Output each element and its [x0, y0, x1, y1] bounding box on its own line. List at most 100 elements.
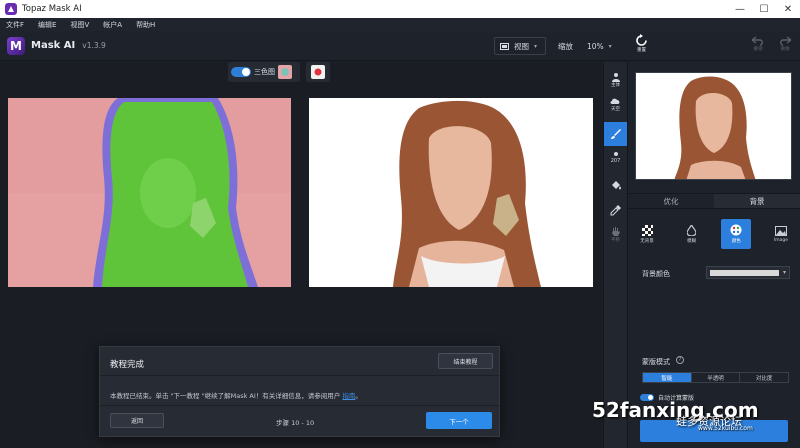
pan-tool-label: 平移	[611, 237, 620, 243]
view-label: 视图	[514, 41, 529, 51]
image-icon	[774, 225, 787, 236]
tab-background[interactable]: 背景	[714, 194, 800, 208]
chevron-down-icon: ▾	[782, 269, 786, 276]
menu-help[interactable]: 帮助H	[136, 20, 155, 30]
zoom-value: 10%	[587, 41, 604, 51]
tab-refine[interactable]: 优化	[628, 194, 714, 208]
menu-view[interactable]: 视图V	[70, 20, 89, 30]
app-version: v1.3.9	[82, 41, 106, 50]
tricolor-swatch[interactable]	[278, 65, 292, 79]
mask-view-image[interactable]	[8, 98, 291, 287]
panel-tabs: 优化 背景	[628, 193, 800, 209]
bg-option-blur-label: 模糊	[687, 238, 697, 244]
close-button[interactable]: ✕	[776, 0, 800, 18]
bg-option-image-label: Image	[773, 237, 789, 243]
brush-icon	[610, 129, 621, 139]
sky-icon	[610, 98, 620, 104]
next-button[interactable]: 下一个	[426, 412, 492, 429]
bg-option-color[interactable]: 颜色	[721, 219, 752, 249]
dialog-message-text: 本教程已结束。单击 "下一教程 "继续了解Mask AI！有关详细信息，请参阅用…	[110, 392, 341, 400]
right-panel: 重置 撤销 重做 优化 背景 无背景 模糊 颜色 Image 背景颜色 ▾ 蒙版…	[628, 31, 800, 448]
tricolor-label: 三色图	[254, 68, 275, 76]
chevron-down-icon: ▾	[534, 42, 538, 50]
brush-size-icon	[613, 152, 618, 156]
end-tutorial-button[interactable]: 结束教程	[438, 353, 493, 369]
brush-size-value: 207	[610, 158, 621, 164]
tricolor-toggle[interactable]: 三色图	[228, 62, 300, 82]
brush-dot-icon	[311, 65, 325, 79]
bg-option-blur[interactable]: 模糊	[677, 219, 707, 249]
navigator-preview[interactable]	[635, 72, 792, 180]
eyedropper-tool[interactable]	[604, 198, 627, 222]
eyedropper-icon	[610, 204, 621, 215]
minimize-button[interactable]: —	[728, 0, 752, 18]
window-title: Topaz Mask AI	[22, 4, 82, 14]
subject-tool-label: 主体	[611, 83, 620, 88]
reset-button[interactable]: 重置	[635, 34, 648, 53]
person-icon	[611, 73, 620, 82]
bg-option-none[interactable]: 无背景	[632, 219, 662, 249]
menu-account[interactable]: 帐户A	[103, 20, 122, 30]
chevron-down-icon: ▾	[608, 42, 612, 50]
menu-file[interactable]: 文件F	[6, 20, 24, 30]
checker-icon	[641, 224, 653, 236]
redo-label: 重做	[780, 47, 790, 52]
redo-button[interactable]: 重做	[779, 36, 791, 52]
undo-icon	[752, 36, 763, 46]
tutorial-dialog: 教程完成 结束教程 本教程已结束。单击 "下一教程 "继续了解Mask AI！有…	[99, 346, 500, 437]
maximize-button[interactable]: ☐	[752, 0, 776, 18]
dialog-message: 本教程已结束。单击 "下一教程 "继续了解Mask AI！有关详细信息，请参阅用…	[110, 390, 362, 400]
undo-button[interactable]: 撤销	[752, 36, 764, 52]
result-view-image[interactable]	[309, 98, 593, 287]
bg-option-none-label: 无背景	[640, 238, 654, 244]
dialog-divider	[100, 375, 499, 376]
guide-link[interactable]: 指南	[342, 392, 355, 400]
mask-mode-selector: 智能 半透明 对比度	[642, 372, 789, 383]
fill-tool[interactable]	[604, 174, 627, 198]
dialog-message-end: 。	[355, 392, 362, 400]
sky-tool-label: 天空	[611, 106, 620, 112]
brush-color-button[interactable]	[306, 62, 330, 82]
app-toolbar: M Mask AI v1.3.9 视图 ▾ 缩放 10% ▾	[0, 31, 628, 61]
view-dropdown[interactable]: 视图 ▾	[494, 37, 546, 55]
reset-icon	[636, 34, 647, 46]
mode-contrast[interactable]: 对比度	[740, 373, 788, 382]
step-indicator: 步骤 10 - 10	[276, 419, 315, 427]
window-controls: — ☐ ✕	[728, 0, 800, 18]
bg-color-swatch	[710, 269, 779, 276]
menu-bar: 文件F 编辑E 视图V 帐户A 帮助H	[0, 18, 800, 31]
help-icon[interactable]: ?	[676, 356, 684, 364]
brush-tool[interactable]	[604, 122, 627, 146]
mask-mode-label: 蒙版模式	[642, 358, 670, 366]
undo-label: 撤销	[753, 47, 763, 52]
palette-icon	[730, 224, 742, 236]
menu-edit[interactable]: 编辑E	[38, 20, 56, 30]
drop-icon	[687, 224, 697, 236]
topaz-logo-icon	[5, 3, 17, 15]
tricolor-switch[interactable]	[231, 67, 251, 77]
mode-smart[interactable]: 智能	[643, 373, 692, 382]
hand-icon	[611, 226, 620, 236]
bg-color-picker[interactable]: ▾	[706, 266, 790, 279]
dialog-title: 教程完成	[110, 360, 145, 370]
mask-ai-logo-icon: M	[7, 36, 25, 55]
zoom-label: 缩放	[558, 41, 573, 51]
dialog-divider	[100, 405, 499, 406]
reset-label: 重置	[637, 48, 646, 53]
sky-tool[interactable]: 天空	[604, 92, 627, 116]
mode-translucent[interactable]: 半透明	[692, 373, 741, 382]
history-bar: 重置 撤销 重做	[628, 31, 800, 61]
redo-icon	[780, 36, 791, 46]
view-layout-icon	[500, 42, 509, 50]
zoom-control[interactable]: 缩放 10% ▾	[558, 37, 622, 55]
bg-option-color-label: 颜色	[731, 239, 741, 244]
watermark-url: www.52kuibu.com	[698, 425, 753, 432]
back-button[interactable]: 返回	[110, 413, 164, 428]
subject-tool[interactable]: 主体	[604, 68, 627, 92]
bg-option-image[interactable]: Image	[766, 219, 796, 249]
app-name: Mask AI	[31, 40, 76, 51]
pan-tool[interactable]: 平移	[604, 222, 627, 246]
fill-icon	[612, 180, 621, 189]
brush-size-control[interactable]: 207	[604, 146, 627, 170]
tool-strip: 主体 天空 207 平移	[603, 62, 628, 448]
